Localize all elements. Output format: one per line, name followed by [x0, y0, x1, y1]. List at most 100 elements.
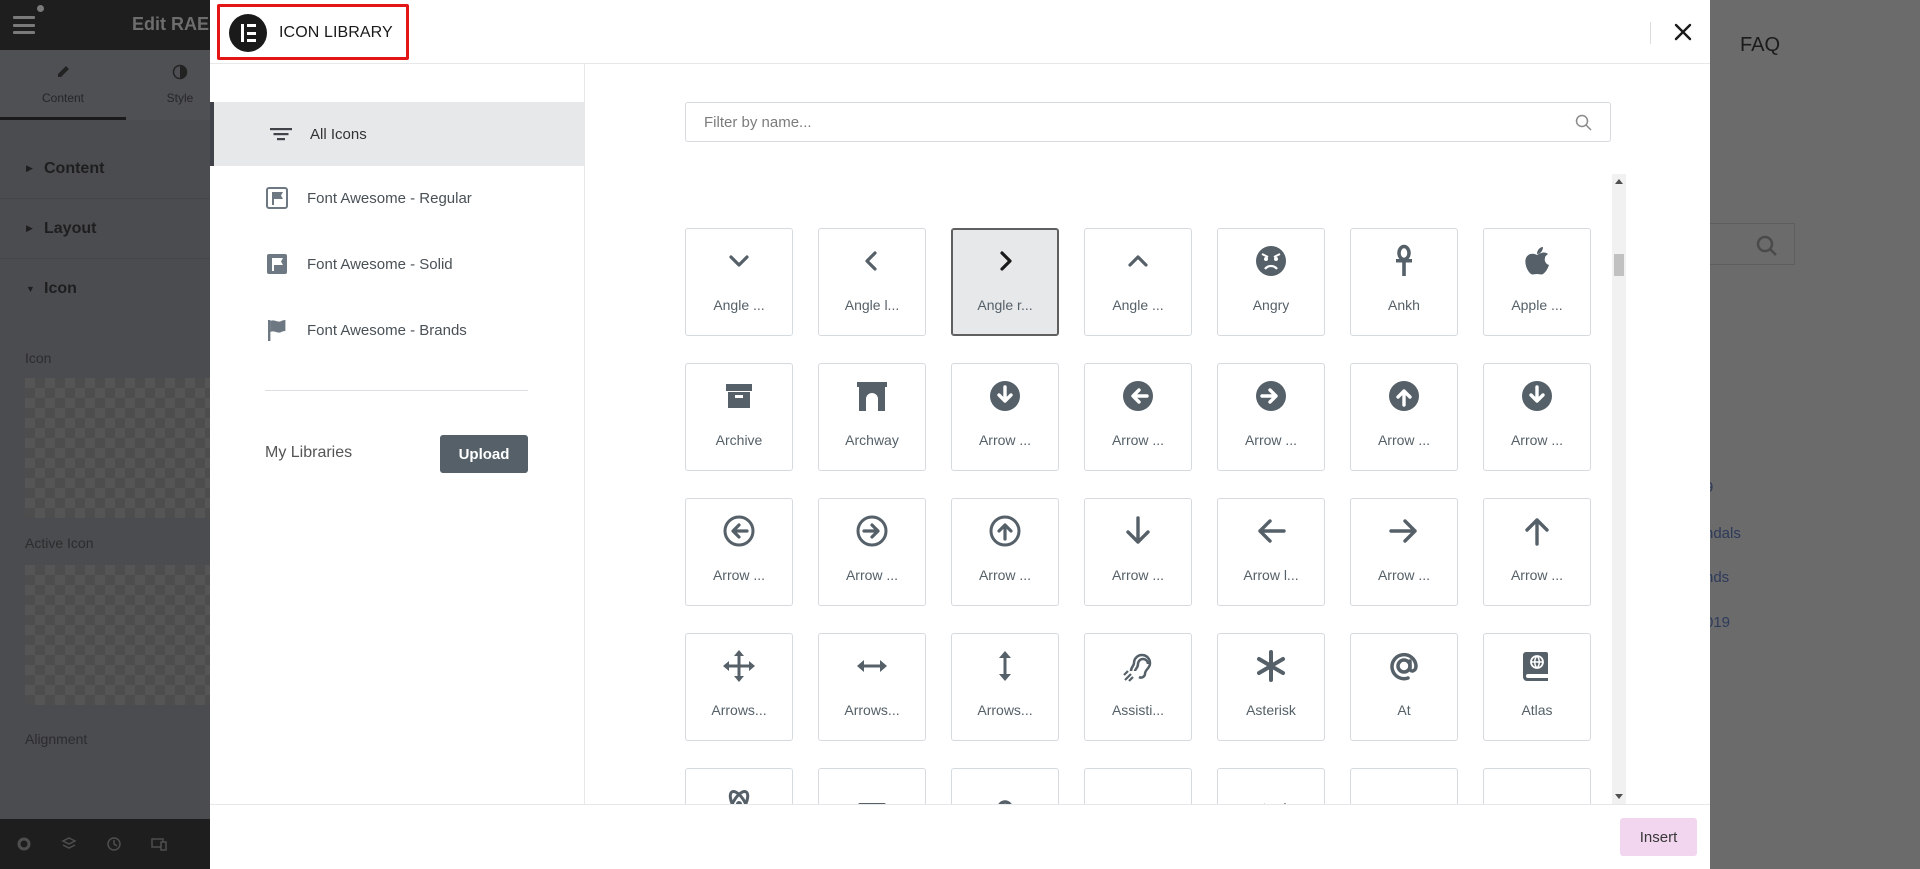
site-link[interactable]: ndals	[1705, 525, 1741, 542]
at-icon	[1351, 648, 1457, 684]
icon-card[interactable]: Arrow ...	[1350, 498, 1458, 606]
icon-name: Arrow ...	[712, 567, 766, 583]
site-search-box[interactable]	[1705, 223, 1795, 265]
icon-card[interactable]: Assisti...	[1084, 633, 1192, 741]
tab-all-icons[interactable]: All Icons	[210, 102, 585, 166]
icon-card[interactable]	[1350, 768, 1458, 804]
icon-card[interactable]: Arrows...	[951, 633, 1059, 741]
icon-card[interactable]: Arrow ...	[818, 498, 926, 606]
icon-card[interactable]: Archway	[818, 363, 926, 471]
icon-name: Asterisk	[1246, 702, 1296, 718]
icon-name: Arrow ...	[1377, 567, 1431, 583]
icon-card[interactable]: Arrow ...	[1483, 498, 1591, 606]
modal-footer: Insert	[210, 804, 1710, 869]
icon-card[interactable]	[1483, 768, 1591, 804]
icon-card[interactable]: Arrow ...	[951, 498, 1059, 606]
icon-card[interactable]: Angry	[1217, 228, 1325, 336]
icon-card[interactable]: Angle r...	[951, 228, 1059, 336]
tab-fa-solid[interactable]: Font Awesome - Solid	[210, 232, 585, 296]
modal-header: ICON LIBRARY	[210, 0, 1710, 64]
upload-button[interactable]: Upload	[440, 435, 528, 473]
atom-icon	[686, 783, 792, 804]
icon-name: Arrow l...	[1243, 567, 1299, 583]
arrows-move-icon	[686, 648, 792, 684]
filter-lines-icon	[269, 122, 293, 146]
icon-card[interactable]: Arrow ...	[1350, 363, 1458, 471]
filter-box	[685, 102, 1611, 142]
icon-name: Assisti...	[1111, 702, 1165, 718]
icon-card[interactable]	[685, 768, 793, 804]
notification-dot	[37, 5, 44, 12]
icon-card[interactable]: At	[1350, 633, 1458, 741]
arrow-circle-up-icon	[1351, 378, 1457, 414]
angle-up-icon	[1085, 243, 1191, 279]
tab-style[interactable]: Style	[150, 50, 210, 120]
settings-icon[interactable]	[14, 834, 34, 854]
icon-card[interactable]: Arrow ...	[1217, 363, 1325, 471]
icon-name: Arrow ...	[1244, 432, 1298, 448]
baby-carriage-icon	[1218, 783, 1324, 804]
icon-card[interactable]: Atlas	[1483, 633, 1591, 741]
icon-card[interactable]: Asterisk	[1217, 633, 1325, 741]
icon-card[interactable]	[1217, 768, 1325, 804]
archway-icon	[819, 378, 925, 414]
responsive-icon[interactable]	[149, 834, 169, 854]
arrow-circle-right-outline-icon	[819, 513, 925, 549]
insert-button[interactable]: Insert	[1620, 818, 1697, 856]
layers-icon[interactable]	[59, 834, 79, 854]
scroll-thumb[interactable]	[1614, 254, 1624, 276]
arrow-circle-up-outline-icon	[952, 513, 1058, 549]
scroll-up-arrow-icon[interactable]	[1612, 174, 1626, 188]
icon-name: At	[1397, 702, 1411, 718]
icon-preview[interactable]	[25, 378, 210, 518]
section-layout[interactable]: ▶ Layout	[0, 199, 210, 259]
icon-card[interactable]: Ankh	[1350, 228, 1458, 336]
icon-card[interactable]: Arrow ...	[1483, 363, 1591, 471]
icon-name: Archive	[715, 432, 763, 448]
arrows-vertical-icon	[952, 648, 1058, 684]
icon-card[interactable]	[1084, 768, 1192, 804]
icon-card[interactable]: AD	[818, 768, 926, 804]
icon-card[interactable]: Arrow ...	[685, 498, 793, 606]
icon-card[interactable]: Apple ...	[1483, 228, 1591, 336]
angle-down-icon	[686, 243, 792, 279]
icon-card[interactable]: Angle ...	[1084, 228, 1192, 336]
scrollbar[interactable]	[1612, 174, 1626, 804]
site-nav-faq[interactable]: FAQ	[1740, 34, 1780, 57]
icon-card[interactable]: Angle l...	[818, 228, 926, 336]
editor-tabs: Content Style	[0, 50, 210, 120]
angle-left-icon	[819, 243, 925, 279]
icon-name: Ankh	[1388, 297, 1420, 313]
tab-fa-regular[interactable]: Font Awesome - Regular	[210, 166, 585, 230]
scroll-down-arrow-icon[interactable]	[1612, 790, 1626, 804]
icon-card[interactable]: Arrows...	[685, 633, 793, 741]
history-icon[interactable]	[104, 834, 124, 854]
tab-fa-brands[interactable]: Font Awesome - Brands	[210, 298, 585, 362]
active-icon-preview[interactable]	[25, 565, 210, 705]
editor-panel: Edit RAE Content Style ▶ Content ▶ Layou…	[0, 0, 210, 869]
flag-icon	[265, 318, 289, 342]
filter-input[interactable]	[686, 103, 1610, 141]
section-icon[interactable]: ▼ Icon	[0, 259, 210, 319]
close-button[interactable]	[1667, 16, 1699, 48]
close-icon	[1674, 23, 1692, 41]
icon-card[interactable]: Arrow ...	[1084, 498, 1192, 606]
icon-name: Arrow ...	[845, 567, 899, 583]
arrow-down-icon	[1085, 513, 1191, 549]
arrow-up-icon	[1484, 513, 1590, 549]
icon-card[interactable]	[951, 768, 1059, 804]
hamburger-menu-icon[interactable]	[13, 16, 35, 34]
icon-card[interactable]: Angle ...	[685, 228, 793, 336]
section-content[interactable]: ▶ Content	[0, 139, 210, 199]
icon-card[interactable]: Arrow ...	[1084, 363, 1192, 471]
icon-card[interactable]: Arrow ...	[951, 363, 1059, 471]
icon-card[interactable]: Archive	[685, 363, 793, 471]
icon-card[interactable]: Arrow l...	[1217, 498, 1325, 606]
arrow-right-icon	[1351, 513, 1457, 549]
icon-card[interactable]: Arrows...	[818, 633, 926, 741]
editor-footer	[0, 819, 210, 869]
modal-title: ICON LIBRARY	[279, 24, 393, 41]
tab-content[interactable]: Content	[0, 50, 126, 120]
sidebar-divider	[265, 390, 528, 391]
angle-right-icon	[952, 243, 1058, 279]
